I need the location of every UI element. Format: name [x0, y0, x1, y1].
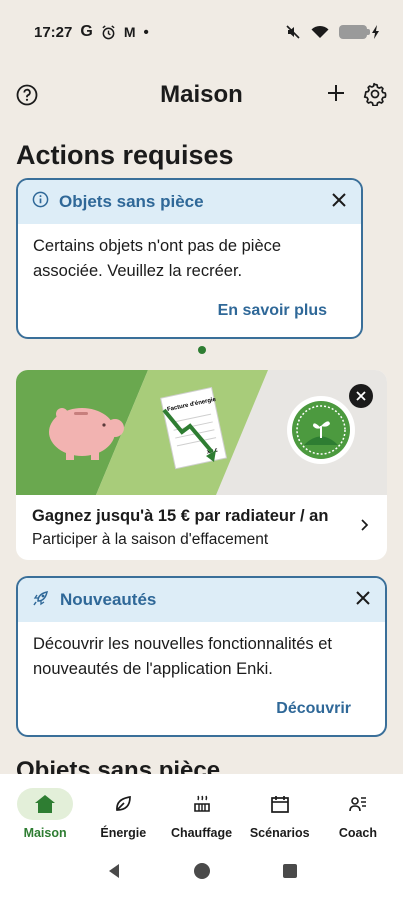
app-bar: Maison: [0, 64, 403, 126]
add-icon[interactable]: [325, 82, 347, 109]
gear-icon[interactable]: [363, 82, 387, 111]
home-button-icon[interactable]: [193, 862, 211, 885]
promo-illustration: Facture d'énergie XX €: [16, 370, 387, 495]
google-icon: G: [80, 23, 93, 40]
learn-more-link[interactable]: En savoir plus: [218, 302, 327, 320]
card-nouveautes: Nouveautés Découvrir les nouvelles fonct…: [16, 576, 387, 737]
page-title: Maison: [160, 81, 243, 108]
home-icon: [17, 788, 74, 820]
nav-label: Coach: [338, 826, 378, 840]
nav-item-coach[interactable]: Coach: [319, 774, 397, 846]
card-title: Objets sans pièce: [59, 192, 204, 211]
rocket-icon: [32, 589, 50, 612]
status-time: 17:27: [34, 23, 73, 41]
section-title-objets: Objets sans pièce: [16, 757, 221, 774]
close-icon[interactable]: [331, 192, 347, 213]
leaf-icon: [95, 788, 151, 820]
info-icon: [32, 191, 49, 213]
section-title-actions: Actions requises: [16, 140, 234, 170]
help-icon[interactable]: [16, 84, 38, 111]
battery-icon: [339, 25, 381, 39]
gmail-icon: M: [123, 24, 136, 40]
close-icon[interactable]: [355, 590, 371, 611]
nav-label: Énergie: [100, 826, 147, 840]
promo-card[interactable]: Facture d'énergie XX € Gagnez jusqu'à 15…: [16, 370, 387, 560]
notification-dot: •: [143, 23, 149, 41]
bottom-navigation: Maison Énergie Chauffage Scénarios Coach: [0, 774, 403, 846]
nav-item-energie[interactable]: Énergie: [84, 774, 162, 846]
status-bar: 17:27 G M •: [0, 0, 403, 64]
nav-item-chauffage[interactable]: Chauffage: [162, 774, 240, 846]
card-title: Nouveautés: [60, 590, 157, 609]
nav-label: Chauffage: [170, 826, 233, 840]
promo-subtitle: Participer à la saison d'effacement: [32, 531, 269, 548]
back-icon[interactable]: [106, 863, 122, 884]
nav-item-maison[interactable]: Maison: [6, 774, 84, 846]
calendar-icon: [252, 788, 308, 820]
alarm-icon: [101, 24, 116, 40]
nav-item-scenarios[interactable]: Scénarios: [241, 774, 319, 846]
card-body: Découvrir les nouvelles fonctionnalités …: [33, 635, 332, 678]
recents-icon[interactable]: [282, 863, 298, 884]
card-header: Nouveautés: [18, 578, 385, 622]
mute-icon: [285, 24, 301, 40]
carousel-indicator: [198, 346, 206, 354]
system-navigation-bar: [0, 846, 403, 900]
nav-label: Maison: [23, 826, 67, 840]
card-header: Objets sans pièce: [18, 180, 361, 224]
coach-icon: [330, 788, 386, 820]
discover-link[interactable]: Découvrir: [276, 700, 351, 718]
card-objets-sans-piece: Objets sans pièce Certains objets n'ont …: [16, 178, 363, 339]
chevron-right-icon: [360, 518, 369, 537]
promo-title: Gagnez jusqu'à 15 € par radiateur / an: [32, 507, 329, 525]
close-icon[interactable]: [349, 384, 373, 408]
wifi-icon: [311, 25, 329, 39]
card-body: Certains objets n'ont pas de pièce assoc…: [33, 237, 282, 280]
radiator-icon: [174, 788, 230, 820]
nav-label: Scénarios: [249, 826, 310, 840]
